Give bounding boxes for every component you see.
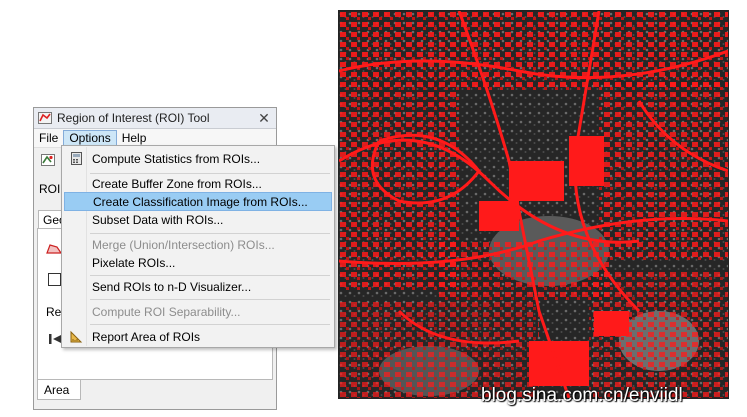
menu-item-label: Pixelate ROIs...: [92, 255, 176, 270]
close-icon[interactable]: ✕: [252, 110, 276, 127]
tab-area[interactable]: Area: [37, 380, 81, 400]
menu-help[interactable]: Help: [117, 130, 152, 147]
menu-item-label: Subset Data with ROIs...: [92, 212, 224, 227]
menu-item-subset-data[interactable]: Subset Data with ROIs...: [64, 210, 332, 229]
ruler-icon: [70, 330, 83, 343]
menu-item-label: Merge (Union/Intersection) ROIs...: [92, 237, 275, 252]
title-bar: Region of Interest (ROI) Tool ✕: [34, 108, 276, 129]
roi-app-icon: [38, 112, 52, 124]
menu-item-compute-separability[interactable]: Compute ROI Separability...: [64, 302, 332, 321]
window-title: Region of Interest (ROI) Tool: [57, 111, 210, 125]
menu-separator: [90, 233, 330, 234]
menu-item-label: Send ROIs to n-D Visualizer...: [92, 279, 252, 294]
menu-item-label: Compute Statistics from ROIs...: [92, 151, 261, 166]
options-dropdown-menu: Compute Statistics from ROIs... Create B…: [61, 145, 335, 348]
calculator-icon: [71, 152, 82, 165]
menu-separator: [90, 299, 330, 300]
satellite-image-roi-overlay: [338, 10, 729, 399]
menu-item-label: Compute ROI Separability...: [92, 304, 241, 319]
menu-item-send-to-nd-visualizer[interactable]: Send ROIs to n-D Visualizer...: [64, 277, 332, 296]
roi-overlay-graphic: [339, 11, 728, 398]
polygon-icon[interactable]: [46, 243, 62, 255]
watermark: blog.sina.com.cn/enviidl: [481, 385, 683, 406]
menu-item-label: Create Classification Image from ROIs...: [93, 194, 308, 209]
menu-item-merge-rois[interactable]: Merge (Union/Intersection) ROIs...: [64, 235, 332, 254]
menu-item-compute-statistics[interactable]: Compute Statistics from ROIs...: [64, 149, 332, 168]
menu-separator: [90, 275, 330, 276]
menu-item-create-buffer-zone[interactable]: Create Buffer Zone from ROIs...: [64, 174, 332, 193]
menu-item-label: Create Buffer Zone from ROIs...: [92, 176, 262, 191]
menu-options[interactable]: Options: [63, 129, 117, 147]
menu-item-create-classification-image[interactable]: Create Classification Image from ROIs...: [64, 192, 332, 211]
menu-file[interactable]: File: [34, 130, 63, 147]
menu-item-pixelate-rois[interactable]: Pixelate ROIs...: [64, 253, 332, 272]
menu-separator: [90, 324, 330, 325]
menu-item-label: Report Area of ROIs: [92, 329, 201, 344]
checkbox[interactable]: [48, 273, 61, 286]
menu-item-report-area[interactable]: Report Area of ROIs: [64, 327, 332, 346]
new-roi-icon[interactable]: [41, 154, 55, 166]
roi-label: ROI: [39, 182, 61, 196]
